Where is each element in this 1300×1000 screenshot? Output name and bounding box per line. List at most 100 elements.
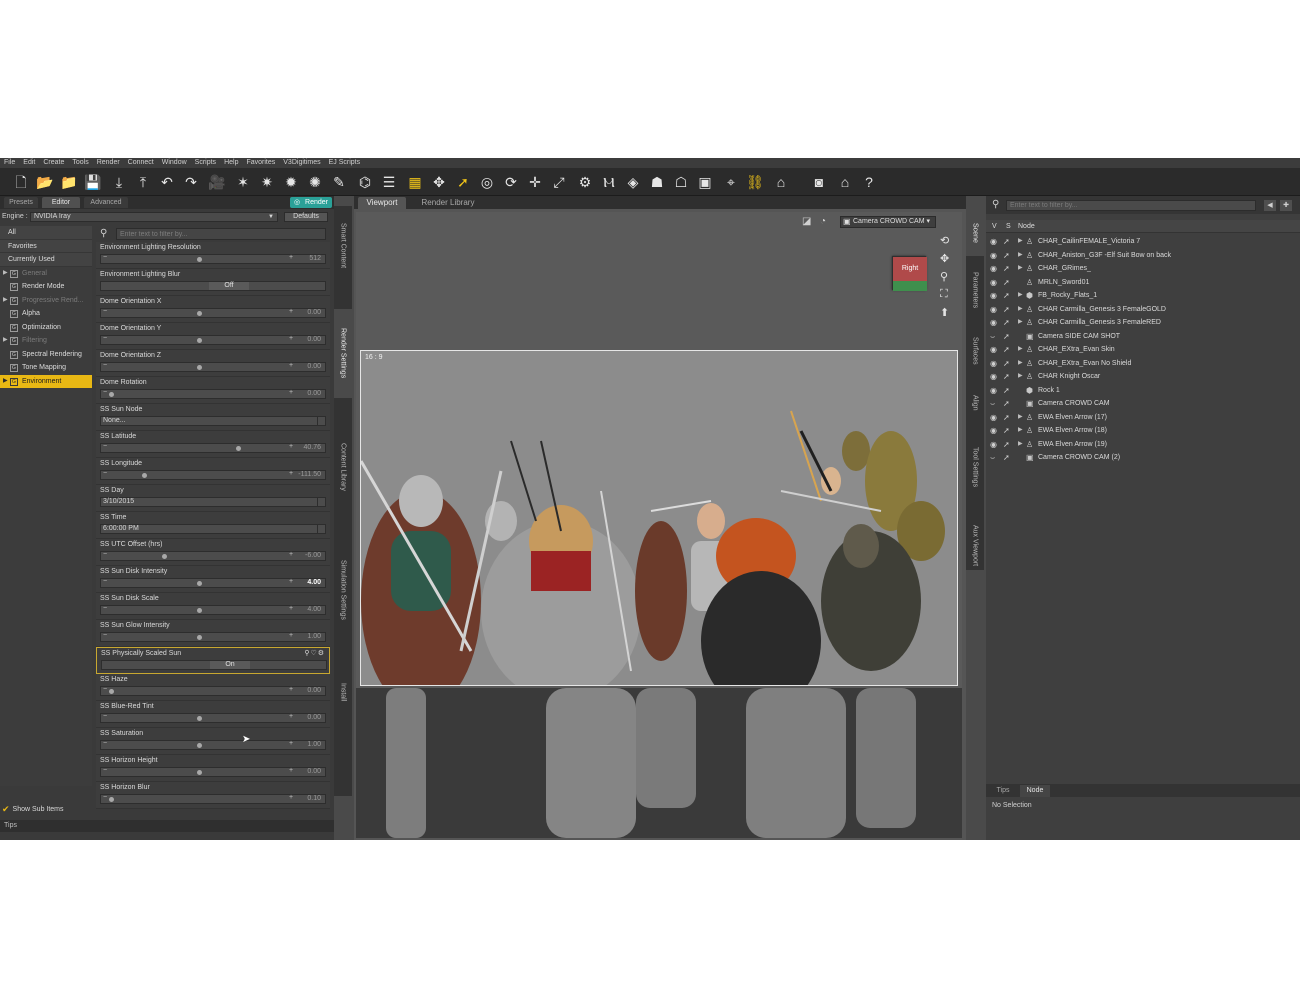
property-slider[interactable]: − +0.00 bbox=[100, 389, 326, 399]
export-icon[interactable]: ⤒ bbox=[134, 173, 152, 191]
translate-icon[interactable]: ✛ bbox=[526, 173, 544, 191]
side-tab-content-library[interactable]: Content Library bbox=[334, 422, 352, 511]
eye-icon[interactable]: ◉ bbox=[990, 424, 997, 438]
eye-icon[interactable]: ◉ bbox=[990, 249, 997, 263]
decrement-icon[interactable]: − bbox=[103, 389, 107, 396]
group-item-all[interactable]: All bbox=[0, 226, 92, 240]
property-slider[interactable]: − +0.00 bbox=[100, 362, 326, 372]
decrement-icon[interactable]: − bbox=[103, 794, 107, 801]
selectable-arrow-icon[interactable]: ➚ bbox=[1003, 276, 1010, 290]
expand-arrow-icon[interactable]: ▶ bbox=[3, 294, 8, 308]
expand-arrow-icon[interactable]: ▶ bbox=[3, 375, 8, 389]
expand-arrow-icon[interactable]: ▶ bbox=[1018, 289, 1023, 303]
side-tab-tool-settings[interactable]: Tool Settings bbox=[966, 428, 984, 507]
save-icon[interactable]: 💾 bbox=[84, 173, 102, 191]
selectable-arrow-icon[interactable]: ➚ bbox=[1003, 289, 1010, 303]
slider-knob[interactable] bbox=[197, 743, 202, 748]
spin-icon[interactable] bbox=[317, 498, 323, 506]
menu-file[interactable]: File bbox=[4, 158, 15, 168]
redo-icon[interactable]: ↷ bbox=[182, 173, 200, 191]
increment-icon[interactable]: + bbox=[289, 443, 293, 450]
increment-icon[interactable]: + bbox=[289, 578, 293, 585]
scene-node-row[interactable]: ◉ ➚ ▶ ♙ CHAR Carmilla_Genesis 3 FemaleGOLD bbox=[986, 303, 1300, 317]
slider-knob[interactable] bbox=[109, 797, 114, 802]
tab-render-library[interactable]: Render Library bbox=[412, 197, 484, 209]
property-toggle[interactable]: On bbox=[101, 660, 327, 670]
selectable-arrow-icon[interactable]: ➚ bbox=[1003, 384, 1010, 398]
decrement-icon[interactable]: − bbox=[103, 335, 107, 342]
decrement-icon[interactable]: − bbox=[103, 767, 107, 774]
property-slider[interactable]: − +0.00 bbox=[100, 335, 326, 345]
slider-knob[interactable] bbox=[197, 338, 202, 343]
toggle-state[interactable]: On bbox=[210, 661, 250, 669]
side-tab-smart-content[interactable]: Smart Content bbox=[334, 206, 352, 285]
slider-knob[interactable] bbox=[197, 635, 202, 640]
expand-arrow-icon[interactable]: ▶ bbox=[1018, 343, 1023, 357]
selectable-arrow-icon[interactable]: ➚ bbox=[1003, 249, 1010, 263]
list-icon[interactable]: ☰ bbox=[380, 173, 398, 191]
spin-icon[interactable] bbox=[317, 525, 323, 533]
group-item-environment[interactable]: ▶ G Environment bbox=[0, 374, 92, 389]
spin-icon[interactable] bbox=[317, 417, 323, 425]
toggle-state[interactable]: Off bbox=[209, 282, 249, 290]
scene-node-row[interactable]: ⌣ ➚ ▣ Camera CROWD CAM bbox=[986, 397, 1300, 411]
view-options-icon[interactable]: ◔ bbox=[820, 216, 826, 227]
side-tab-aux-viewport[interactable]: Aux Viewport bbox=[966, 509, 984, 583]
frame-icon[interactable]: ⛶ bbox=[940, 288, 948, 301]
group-item-general[interactable]: ▶ G General bbox=[0, 267, 92, 281]
selectable-arrow-icon[interactable]: ➚ bbox=[1003, 235, 1010, 249]
property-slider[interactable]: − + -6.00 bbox=[100, 551, 326, 561]
node-select-icon[interactable]: ◎ bbox=[478, 173, 496, 191]
property-slider[interactable]: − +4.00 bbox=[100, 605, 326, 615]
selectable-arrow-icon[interactable]: ➚ bbox=[1003, 330, 1010, 344]
scene-node-row[interactable]: ◉ ➚ ▶ ♙ CHAR_EXtra_Evan Skin bbox=[986, 343, 1300, 357]
camera-selector[interactable]: ▣ Camera CROWD CAM ▾ bbox=[840, 216, 936, 228]
scene-node-row[interactable]: ⌣ ➚ ▣ Camera CROWD CAM (2) bbox=[986, 451, 1300, 465]
screenshot-icon[interactable]: ◙ bbox=[810, 173, 828, 191]
property-slider[interactable]: − +0.10 bbox=[100, 794, 326, 804]
increment-icon[interactable]: + bbox=[289, 335, 293, 342]
filter-back-icon[interactable]: ◀ bbox=[1264, 200, 1276, 211]
scene-node-row[interactable]: ⌣ ➚ ▣ Camera SIDE CAM SHOT bbox=[986, 330, 1300, 344]
slider-knob[interactable] bbox=[109, 689, 114, 694]
menu-render[interactable]: Render bbox=[97, 158, 120, 168]
tab-editor[interactable]: Editor bbox=[42, 197, 80, 208]
group-item-progressive-rend[interactable]: ▶ G Progressive Rend... bbox=[0, 294, 92, 308]
side-tab-render-settings[interactable]: Render Settings bbox=[334, 309, 352, 398]
decrement-icon[interactable]: − bbox=[103, 470, 107, 477]
decrement-icon[interactable]: − bbox=[103, 254, 107, 261]
group-item-render-mode[interactable]: G Render Mode bbox=[0, 280, 92, 294]
filter-add-icon[interactable]: ✚ bbox=[1280, 200, 1292, 211]
eye-icon[interactable]: ◉ bbox=[990, 384, 997, 398]
eye-icon[interactable]: ◉ bbox=[990, 303, 997, 317]
side-tab-simulation-settings[interactable]: Simulation Settings bbox=[334, 535, 352, 644]
distant-light-icon[interactable]: ✷ bbox=[258, 173, 276, 191]
scene-node-row[interactable]: ◉ ➚ ▶ ♙ EWA Elven Arrow (17) bbox=[986, 411, 1300, 425]
orbit-icon[interactable]: ⟲ bbox=[940, 234, 949, 247]
increment-icon[interactable]: + bbox=[289, 605, 293, 612]
side-tab-parameters[interactable]: Parameters bbox=[966, 258, 984, 322]
eye-icon[interactable]: ◉ bbox=[990, 316, 997, 330]
menu-favorites[interactable]: Favorites bbox=[246, 158, 275, 168]
draw-style-icon[interactable]: ◪ bbox=[802, 216, 811, 227]
selectable-arrow-icon[interactable]: ➚ bbox=[1003, 438, 1010, 452]
scene-node-row[interactable]: ◉ ➚ ▶ ♙ CHAR Carmilla_Genesis 3 FemaleRED bbox=[986, 316, 1300, 330]
expand-arrow-icon[interactable]: ▶ bbox=[1018, 357, 1023, 371]
view-cube[interactable]: Right bbox=[892, 256, 927, 291]
slider-knob[interactable] bbox=[197, 365, 202, 370]
spotlight-icon[interactable]: ✶ bbox=[234, 173, 252, 191]
slider-knob[interactable] bbox=[197, 770, 202, 775]
slider-knob[interactable] bbox=[197, 257, 202, 262]
property-slider[interactable]: − +0.00 bbox=[100, 767, 326, 777]
menu-edit[interactable]: Edit bbox=[23, 158, 35, 168]
property-slider[interactable]: − + -111.50 bbox=[100, 470, 326, 480]
eye-icon[interactable]: ◉ bbox=[990, 370, 997, 384]
tab-presets[interactable]: Presets bbox=[4, 197, 38, 208]
reset-view-icon[interactable]: ⬆ bbox=[940, 306, 949, 319]
property-slider[interactable]: − +40.76 bbox=[100, 443, 326, 453]
shaping-icon[interactable]: ☖ bbox=[672, 173, 690, 191]
expand-arrow-icon[interactable]: ▶ bbox=[3, 267, 8, 281]
property-slider[interactable]: − +1.00 bbox=[100, 632, 326, 642]
group-item-optimization[interactable]: G Optimization bbox=[0, 321, 92, 335]
side-tab-surfaces[interactable]: Surfaces bbox=[966, 324, 984, 378]
